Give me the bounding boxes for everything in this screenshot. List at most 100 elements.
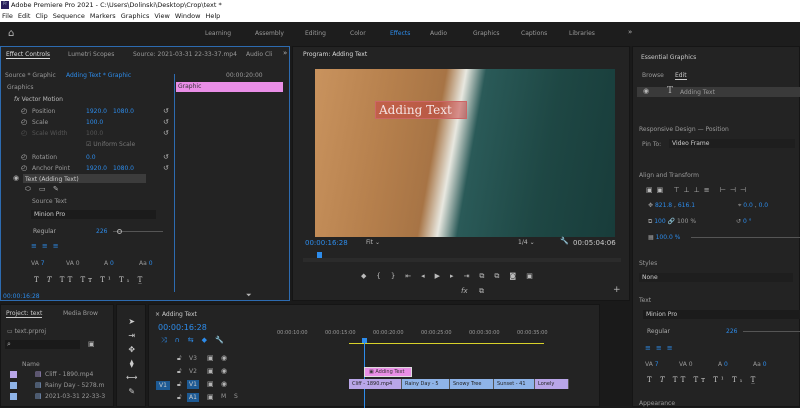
stopwatch-icon[interactable]: ◴	[21, 164, 27, 172]
video-clip[interactable]: Rainy Day - 5	[402, 379, 450, 389]
rotation-field[interactable]: ↺ 0 °	[736, 218, 752, 225]
eg-tracking[interactable]: VA 7	[645, 361, 659, 368]
eg-font-style-dropdown[interactable]: Regular	[647, 328, 670, 335]
eg-text-style-buttons[interactable]: T 𝑇 TT Tт T¹ T₁ T̲	[647, 376, 758, 384]
eg-font-dropdown[interactable]: Minion Pro	[643, 310, 800, 319]
prop-value-1[interactable]: 100.0	[86, 130, 103, 137]
anchor-fields[interactable]: ⌖ 0.0 , 0.0	[738, 202, 768, 210]
track-v3[interactable]: V3	[187, 354, 199, 363]
menu-help[interactable]: Help	[205, 12, 220, 20]
graphic-clip-bar[interactable]: Graphic	[176, 82, 283, 92]
lock-icon[interactable]: 🔓︎	[177, 380, 182, 389]
workspace-audio[interactable]: Audio	[430, 30, 447, 37]
sync-lock-icon[interactable]: ▣	[207, 367, 214, 375]
comparison-view-icon[interactable]: ⧉	[479, 287, 484, 296]
track-v1[interactable]: V1	[187, 380, 199, 389]
more-workspaces-icon[interactable]: »	[628, 28, 632, 36]
wrench-icon[interactable]: 🔧	[560, 237, 569, 245]
eg-baseline[interactable]: A 0	[718, 361, 728, 368]
mute-button[interactable]: M	[221, 393, 226, 400]
solo-button[interactable]: S	[234, 393, 238, 400]
scale-fields[interactable]: ⧉ 100 🔗 100 %	[648, 218, 696, 226]
track-v2[interactable]: V2	[187, 367, 199, 376]
prop-value-2[interactable]: 1080.0	[113, 165, 134, 172]
label-color-swatch[interactable]	[10, 371, 17, 378]
font-size-slider[interactable]	[113, 229, 163, 234]
tsume-field[interactable]: Aa 0	[139, 260, 153, 267]
program-playhead[interactable]	[317, 252, 322, 258]
prop-value-1[interactable]: 0.0	[86, 154, 96, 161]
workspace-effects[interactable]: Effects	[390, 30, 410, 37]
prop-value-1[interactable]: 1920.0	[86, 108, 107, 115]
lock-icon[interactable]: 🔓︎	[177, 354, 182, 363]
ec-playhead[interactable]	[174, 74, 175, 292]
label-color-swatch[interactable]	[10, 382, 17, 389]
text-overlay[interactable]: Adding Text	[375, 101, 467, 119]
workspace-captions[interactable]: Captions	[521, 30, 547, 37]
name-column-header[interactable]: Name	[22, 361, 40, 368]
resolution-dropdown[interactable]: 1/4 ⌄	[518, 239, 535, 246]
video-clip[interactable]: Snowy Tree	[450, 379, 494, 389]
menu-markers[interactable]: Markers	[90, 12, 116, 20]
reset-icon[interactable]: ↺	[163, 129, 169, 137]
pen-mask-icon[interactable]: ✎	[53, 185, 59, 193]
tab-source[interactable]: Source: 2021-03-31 22-33-37.mp4	[133, 51, 237, 58]
program-timecode[interactable]: 00:00:16:28	[305, 239, 348, 247]
sync-lock-icon[interactable]: ▣	[207, 354, 214, 362]
video-clip[interactable]: Cliff - 1890.mp4	[349, 379, 402, 389]
label-color-swatch[interactable]	[10, 393, 17, 400]
track-a1[interactable]: A1	[187, 393, 199, 402]
menu-file[interactable]: File	[2, 12, 13, 20]
rectangle-mask-icon[interactable]: ▭	[39, 185, 46, 193]
program-scrubber[interactable]	[303, 258, 621, 262]
prop-value-2[interactable]: 1080.0	[113, 108, 134, 115]
tab-timeline-sequence[interactable]: × Adding Text	[155, 311, 197, 318]
menu-clip[interactable]: Clip	[35, 12, 47, 20]
eye-icon[interactable]: ◉	[13, 174, 19, 182]
menu-edit[interactable]: Edit	[18, 12, 31, 20]
eg-align-buttons[interactable]: ≡≡≡	[645, 344, 678, 352]
tab-effect-controls[interactable]: Effect Controls	[6, 51, 50, 59]
menu-graphics[interactable]: Graphics	[121, 12, 150, 20]
workspace-learning[interactable]: Learning	[205, 30, 231, 37]
styles-dropdown[interactable]: None	[639, 273, 793, 282]
source-patch-v1[interactable]: V1	[156, 381, 170, 390]
lock-icon[interactable]: 🔓︎	[177, 393, 182, 402]
uniform-scale-checkbox[interactable]: ☑ Uniform Scale	[86, 141, 135, 148]
home-icon[interactable]: ⌂	[8, 28, 14, 39]
ellipse-mask-icon[interactable]: ⬭	[25, 185, 31, 194]
opacity-slider[interactable]	[691, 237, 800, 238]
tab-edit[interactable]: Edit	[675, 72, 687, 80]
font-dropdown[interactable]: Minion Pro	[31, 210, 156, 219]
sequence-selector[interactable]: Adding Text * Graphic	[66, 72, 131, 79]
fx-icon[interactable]: fx	[461, 287, 468, 295]
project-item[interactable]: Cliff - 1890.mp4	[45, 371, 93, 378]
eg-font-size[interactable]: 226	[726, 328, 737, 335]
prop-value-1[interactable]: 1920.0	[86, 165, 107, 172]
eye-icon[interactable]: ◉	[221, 380, 227, 388]
tool-buttons[interactable]: ➤ ⇥ ✥ ⧫ ⟷ ✎	[126, 315, 137, 399]
sync-lock-icon[interactable]: ▣	[207, 380, 214, 388]
font-style-dropdown[interactable]: Regular	[33, 228, 56, 235]
eye-icon[interactable]: ◉	[221, 367, 227, 375]
fit-dropdown[interactable]: Fit ⌄	[366, 239, 380, 246]
reset-icon[interactable]: ↺	[163, 107, 169, 115]
workspace-editing[interactable]: Editing	[305, 30, 326, 37]
stopwatch-icon[interactable]: ◴	[21, 107, 27, 115]
opacity-field[interactable]: ▦ 100.0 %	[648, 234, 680, 241]
position-fields[interactable]: ✥ 821.8 , 616.1	[648, 202, 695, 209]
video-frame[interactable]: Adding Text	[315, 69, 615, 237]
tab-audio-clip[interactable]: Audio Cli	[246, 51, 272, 58]
filter-icon[interactable]: ⏷	[246, 291, 252, 300]
stopwatch-icon[interactable]: ◴	[21, 118, 27, 126]
eg-layer-row[interactable]: ◉ T Adding Text	[637, 86, 800, 97]
pin-to-dropdown[interactable]: Video Frame	[669, 139, 795, 148]
eye-icon[interactable]: ◉	[643, 87, 649, 95]
more-tabs-icon[interactable]: »	[283, 49, 287, 57]
menu-window[interactable]: Window	[175, 12, 201, 20]
paragraph-align-buttons[interactable]: ≡≡≡	[31, 242, 64, 250]
tracking-field[interactable]: VA 7	[31, 260, 45, 267]
tab-media-browser[interactable]: Media Brow	[63, 310, 98, 317]
stopwatch-icon[interactable]: ◴	[21, 129, 27, 137]
menu-view[interactable]: View	[154, 12, 169, 20]
